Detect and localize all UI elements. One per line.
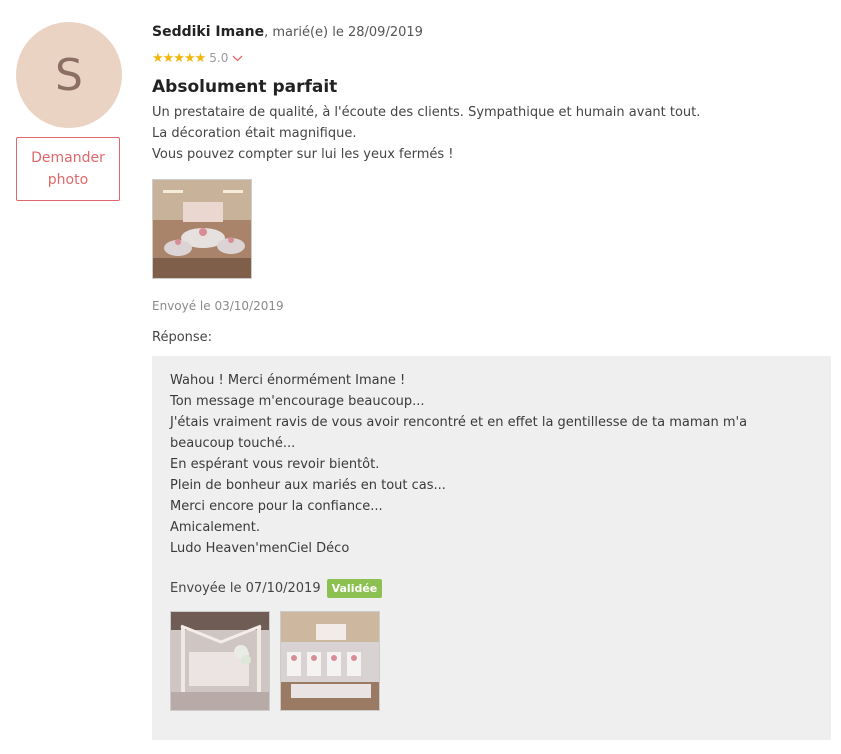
review-text: Un prestataire de qualité, à l'écoute de… — [152, 102, 832, 165]
rating-value: 5.0 — [209, 51, 229, 65]
reply-line: Wahou ! Merci énormément Imane ! — [170, 373, 406, 388]
chevron-down-icon[interactable] — [232, 52, 243, 65]
reply-line: Ludo Heaven'menCiel Déco — [170, 541, 350, 556]
reply-sent-date: Envoyée le 07/10/2019 — [170, 580, 321, 596]
reply-label: Réponse: — [152, 330, 213, 345]
review-sent-date: Envoyé le 03/10/2019 — [152, 299, 284, 313]
reply-line: Amicalement. — [170, 520, 261, 535]
avatar: S — [16, 22, 122, 128]
reply-line: Merci encore pour la confiance... — [170, 499, 383, 514]
reply-line: Ton message m'encourage beaucoup... — [170, 394, 425, 409]
review-line: La décoration était magnifique. — [152, 126, 357, 141]
reply-box: Wahou ! Merci énormément Imane ! Ton mes… — [152, 356, 831, 740]
reply-photo-thumbnail[interactable] — [280, 611, 380, 711]
reply-line: J'étais vraiment ravis de vous avoir ren… — [170, 415, 748, 451]
rating-row: ★★★★★ 5.0 — [152, 48, 832, 68]
author-name: Seddiki Imane — [152, 24, 265, 40]
reply-photos — [170, 611, 813, 711]
reply-photo-thumbnail[interactable] — [170, 611, 270, 711]
review-line: Un prestataire de qualité, à l'écoute de… — [152, 105, 701, 120]
reply-text: Wahou ! Merci énormément Imane ! Ton mes… — [170, 370, 813, 559]
author-meta: , marié(e) le 28/09/2019 — [264, 25, 423, 40]
review-line: Vous pouvez compter sur lui les yeux fer… — [152, 147, 454, 162]
ask-photo-button[interactable]: Demander photo — [16, 137, 120, 201]
reply-meta: Envoyée le 07/10/2019 Validée — [170, 577, 813, 599]
author-line: Seddiki Imane, marié(e) le 28/09/2019 — [152, 20, 832, 44]
star-rating-icon: ★★★★★ — [152, 50, 206, 66]
review-photo-thumbnail[interactable] — [152, 179, 252, 279]
status-badge: Validée — [326, 578, 383, 598]
avatar-initial: S — [55, 49, 83, 101]
reply-line: Plein de bonheur aux mariés en tout cas.… — [170, 478, 446, 493]
review-main: Seddiki Imane, marié(e) le 28/09/2019 ★★… — [152, 20, 832, 345]
reply-line: En espérant vous revoir bientôt. — [170, 457, 380, 472]
review-title: Absolument parfait — [152, 77, 338, 97]
